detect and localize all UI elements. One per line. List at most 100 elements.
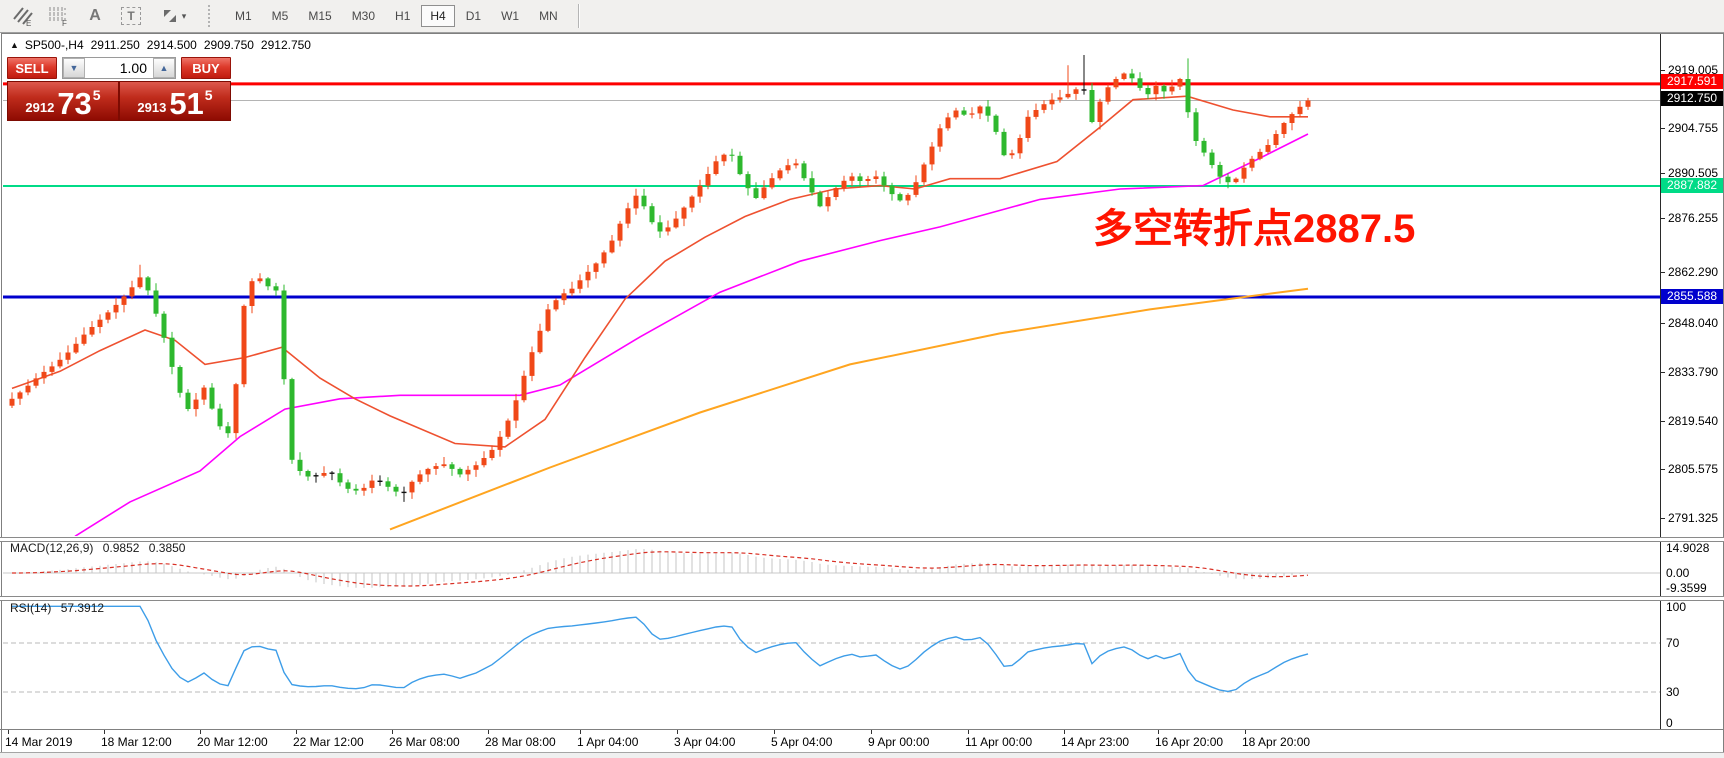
candle-body — [498, 437, 503, 450]
candle-body — [914, 182, 919, 195]
candle-body — [202, 388, 207, 400]
candle-body — [1202, 141, 1207, 153]
arrange-arrows-icon[interactable]: ▾ — [154, 4, 192, 28]
candle-body — [306, 471, 311, 477]
candle-body — [570, 289, 575, 294]
candle-body — [354, 489, 359, 491]
collapse-triangle-icon[interactable]: ▲ — [10, 40, 19, 50]
candle-body — [826, 197, 831, 206]
buy-price-prefix: 2913 — [137, 100, 166, 115]
buy-button[interactable]: BUY — [181, 57, 231, 79]
toolbar-drag-handle[interactable] — [208, 5, 215, 27]
volume-input[interactable] — [85, 58, 153, 78]
tab-timeframe-mn[interactable]: MN — [530, 5, 567, 27]
macd-main-value: 0.9852 — [103, 541, 140, 555]
candle-body — [66, 353, 71, 360]
candle-body — [994, 116, 999, 132]
candle-body — [514, 400, 519, 420]
candle-body — [98, 320, 103, 327]
candle-body — [1154, 86, 1159, 94]
volume-spinner: ▼ ▲ — [62, 57, 176, 79]
volume-increase-button[interactable]: ▲ — [153, 58, 175, 78]
price-marker-support-level: 2855.588 — [1661, 289, 1723, 304]
symbol-timeframe-label: SP500-,H4 — [25, 38, 84, 52]
tab-timeframe-w1[interactable]: W1 — [492, 5, 528, 27]
candle-body — [218, 409, 223, 427]
candle-body — [690, 197, 695, 208]
candle-body — [1146, 88, 1151, 94]
candle-body — [114, 305, 119, 313]
candle-body — [906, 195, 911, 201]
sell-button[interactable]: SELL — [7, 57, 57, 79]
text-label-icon[interactable]: A — [82, 4, 108, 28]
arrows-glyph — [160, 6, 180, 26]
time-axis-label: 3 Apr 04:00 — [674, 735, 735, 749]
time-axis-label: 18 Mar 12:00 — [101, 735, 172, 749]
time-axis-separator — [0, 729, 1724, 730]
sell-price-box[interactable]: 2912 73 5 — [8, 82, 118, 120]
candle-body — [722, 155, 727, 162]
sell-price-prefix: 2912 — [25, 100, 54, 115]
candle-body — [634, 196, 639, 209]
time-axis-label: 22 Mar 12:00 — [293, 735, 364, 749]
rsi-indicator-label: RSI(14) 57.3912 — [10, 601, 110, 615]
candle-body — [242, 306, 247, 384]
candle-body — [1098, 102, 1103, 122]
candle-body — [50, 366, 55, 372]
candle-body — [842, 181, 847, 188]
candle-body — [370, 481, 375, 488]
time-axis-label: 28 Mar 08:00 — [485, 735, 556, 749]
candle-body — [1130, 74, 1135, 79]
tab-timeframe-m1[interactable]: M1 — [226, 5, 261, 27]
buy-price-box[interactable]: 2913 51 5 — [120, 82, 230, 120]
grid-pattern-icon[interactable]: F — [46, 4, 72, 28]
candle-body — [1258, 152, 1263, 159]
chart-plot-area[interactable]: 多空转折点2887.5 — [0, 0, 1724, 758]
price-axis-line[interactable] — [1660, 34, 1661, 730]
macd-panel-separator[interactable] — [0, 537, 1724, 542]
tab-timeframe-m5[interactable]: M5 — [263, 5, 298, 27]
candle-body — [682, 208, 687, 219]
text-box-icon[interactable]: T — [118, 4, 144, 28]
rsi-value: 57.3912 — [61, 601, 104, 615]
candle-body — [418, 474, 423, 481]
buy-price-big: 51 — [169, 89, 203, 118]
time-tick-mark — [871, 730, 872, 734]
candle-body — [626, 208, 631, 223]
candle-body — [1170, 87, 1175, 92]
tab-timeframe-m15[interactable]: M15 — [299, 5, 340, 27]
candle-body — [1210, 153, 1215, 165]
macd-axis-label: 0.00 — [1666, 567, 1689, 580]
rsi-panel[interactable] — [3, 606, 1660, 692]
candle-body — [554, 300, 559, 309]
main-price-panel[interactable]: 多空转折点2887.5 — [3, 55, 1660, 536]
sell-price-sup: 5 — [93, 87, 101, 103]
time-axis-label: 9 Apr 00:00 — [868, 735, 929, 749]
price-tick-label: 2819.540 — [1668, 414, 1718, 428]
macd-name: MACD(12,26,9) — [10, 541, 93, 555]
draw-hatch-icon[interactable]: E — [10, 4, 36, 28]
candlesticks[interactable] — [10, 55, 1311, 502]
volume-decrease-button[interactable]: ▼ — [63, 58, 85, 78]
candle-body — [1058, 97, 1063, 99]
candle-body — [578, 280, 583, 289]
candle-body — [410, 482, 415, 493]
candle-body — [474, 465, 479, 470]
time-axis-label: 18 Apr 20:00 — [1242, 735, 1310, 749]
candle-body — [58, 360, 63, 367]
tab-timeframe-h1[interactable]: H1 — [386, 5, 419, 27]
tab-timeframe-m30[interactable]: M30 — [343, 5, 384, 27]
rsi-panel-separator[interactable] — [0, 596, 1724, 601]
candle-body — [642, 196, 647, 207]
price-tick-label: 2848.040 — [1668, 316, 1718, 330]
candle-body — [1282, 123, 1287, 134]
candle-body — [1266, 145, 1271, 152]
price-marker-current-price: 2912.750 — [1661, 91, 1723, 106]
time-tick-mark — [580, 730, 581, 734]
svg-text:F: F — [62, 19, 67, 27]
chart-subwindow-header: ▲ SP500-,H4 2911.250 2914.500 2909.750 2… — [10, 38, 318, 52]
tab-timeframe-h4[interactable]: H4 — [421, 5, 454, 27]
macd-panel[interactable] — [3, 549, 1660, 588]
tab-timeframe-d1[interactable]: D1 — [457, 5, 490, 27]
letter-t-glyph: T — [121, 7, 140, 25]
